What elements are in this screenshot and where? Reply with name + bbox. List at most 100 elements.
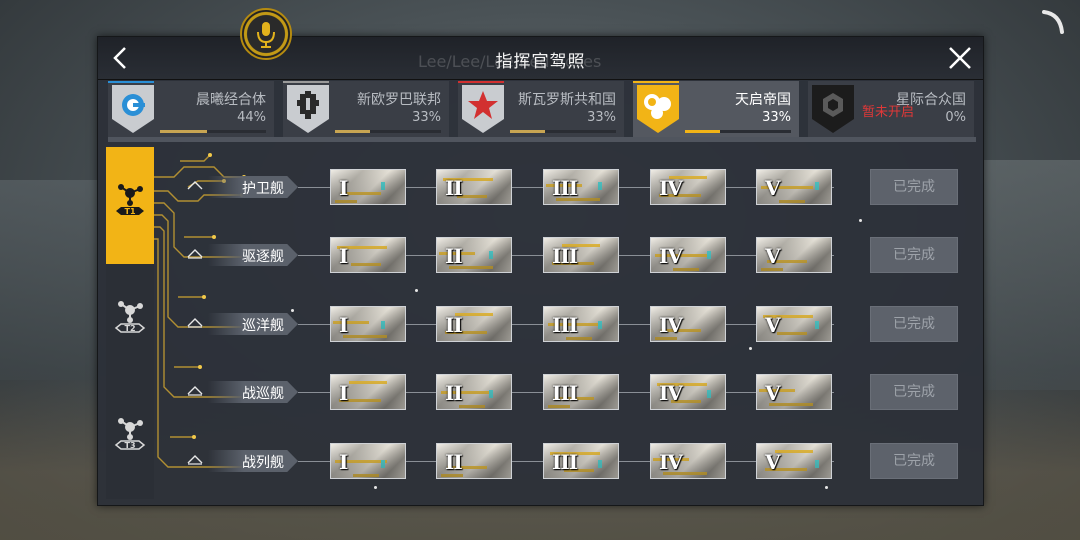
level-numeral: II: [445, 450, 463, 474]
faction-progress-bar: [510, 130, 616, 133]
faction-progress-bar: [335, 130, 441, 133]
level-numeral: III: [552, 450, 578, 474]
faction-tab-2[interactable]: 斯瓦罗斯共和国 33%: [458, 81, 624, 137]
sparkle-dot: [291, 309, 294, 312]
faction-progress-fill: [510, 130, 545, 133]
ship-level-tile[interactable]: II: [436, 374, 512, 410]
chevron-up-icon: [187, 386, 203, 396]
page-title: 指挥官驾照: [495, 52, 586, 72]
ship-level-tile[interactable]: II: [436, 443, 512, 479]
faction-progress-bar: [685, 130, 791, 133]
ship-level-tile[interactable]: IV: [650, 443, 726, 479]
faction-tab-1[interactable]: 新欧罗巴联邦 33%: [283, 81, 449, 137]
ship-class-label[interactable]: 巡洋舰: [208, 313, 298, 335]
faction-percent: 33%: [587, 110, 616, 125]
faction-progress-fill: [335, 130, 370, 133]
background-structure-right: [980, 160, 1080, 390]
faction-progress-fill: [160, 130, 207, 133]
ship-level-tile[interactable]: III: [543, 306, 619, 342]
corner-arc-icon[interactable]: [1040, 8, 1066, 36]
faction-percent: 33%: [412, 110, 441, 125]
ship-row: 巡洋舰 I II III IV V 已完成: [98, 304, 983, 344]
completed-button[interactable]: 已完成: [870, 169, 958, 205]
chevron-up-icon: [187, 455, 203, 465]
tabs-underline: [108, 137, 976, 142]
ship-level-tile[interactable]: I: [330, 374, 406, 410]
ship-class-label[interactable]: 护卫舰: [208, 176, 298, 198]
ship-level-tile[interactable]: II: [436, 306, 512, 342]
ship-level-tile[interactable]: IV: [650, 169, 726, 205]
star-logo-icon: [462, 85, 504, 133]
ship-level-tile[interactable]: IV: [650, 306, 726, 342]
ship-level-tile[interactable]: I: [330, 443, 406, 479]
completed-button[interactable]: 已完成: [870, 306, 958, 342]
ship-level-tile[interactable]: V: [756, 169, 832, 205]
level-numeral: III: [552, 244, 578, 268]
ship-class-label[interactable]: 战列舰: [208, 450, 298, 472]
faction-name: 晨曦经合体: [196, 92, 266, 108]
ship-level-tile[interactable]: III: [543, 443, 619, 479]
level-numeral: IV: [659, 176, 683, 200]
ship-level-tile[interactable]: II: [436, 169, 512, 205]
level-numeral: IV: [659, 244, 683, 268]
ship-level-tile[interactable]: V: [756, 443, 832, 479]
ship-level-tile[interactable]: IV: [650, 374, 726, 410]
level-numeral: V: [765, 176, 781, 200]
sparkle-dot: [859, 219, 862, 222]
faction-name: 斯瓦罗斯共和国: [518, 92, 616, 108]
faction-tab-4[interactable]: 星际合众国 暂未开启 0%: [808, 81, 974, 137]
ship-level-tile[interactable]: V: [756, 306, 832, 342]
completed-button[interactable]: 已完成: [870, 237, 958, 273]
level-numeral: III: [552, 313, 578, 337]
level-numeral: I: [339, 244, 348, 268]
ship-class-name: 战列舰: [242, 455, 284, 471]
background-structure-left: [0, 180, 100, 380]
voice-mic-button[interactable]: [240, 8, 292, 60]
ship-level-tile[interactable]: V: [756, 237, 832, 273]
level-numeral: III: [552, 381, 578, 405]
ship-class-name: 护卫舰: [242, 181, 284, 197]
completed-button[interactable]: 已完成: [870, 374, 958, 410]
microphone-icon: [257, 22, 275, 48]
ship-level-tile[interactable]: III: [543, 374, 619, 410]
ship-level-tile[interactable]: I: [330, 306, 406, 342]
level-numeral: I: [339, 381, 348, 405]
ship-level-tile[interactable]: I: [330, 237, 406, 273]
ship-class-label[interactable]: 战巡舰: [208, 381, 298, 403]
ship-level-tile[interactable]: V: [756, 374, 832, 410]
ring-logo-icon: [112, 85, 154, 133]
ship-class-label[interactable]: 驱逐舰: [208, 244, 298, 266]
level-numeral: II: [445, 176, 463, 200]
orbs-logo-icon: [637, 85, 679, 133]
level-numeral: III: [552, 176, 578, 200]
faction-tab-3[interactable]: 天启帝国 33%: [633, 81, 799, 137]
level-numeral: V: [765, 381, 781, 405]
close-icon[interactable]: [945, 43, 975, 73]
level-numeral: I: [339, 313, 348, 337]
faction-tab-0[interactable]: 晨曦经合体 44%: [108, 81, 274, 137]
chevron-up-icon: [187, 249, 203, 259]
faction-progress-bar: [160, 130, 266, 133]
level-numeral: II: [445, 313, 463, 337]
commander-license-panel: Lee/Lee/Lee/Red Roses 指挥官驾照 晨曦经合体 44% 新欧…: [97, 36, 984, 506]
sparkle-dot: [374, 486, 377, 489]
level-numeral: II: [445, 381, 463, 405]
sparkle-dot: [749, 347, 752, 350]
completed-button[interactable]: 已完成: [870, 443, 958, 479]
hex-logo-icon: [812, 85, 854, 133]
ship-level-tile[interactable]: IV: [650, 237, 726, 273]
ship-level-tile[interactable]: III: [543, 237, 619, 273]
panel-header: Lee/Lee/Lee/Red Roses 指挥官驾照: [98, 37, 983, 80]
level-numeral: I: [339, 176, 348, 200]
ship-class-name: 巡洋舰: [242, 318, 284, 334]
tier-label: T1: [124, 207, 135, 216]
chevron-up-icon: [187, 318, 203, 328]
ship-level-tile[interactable]: III: [543, 169, 619, 205]
ship-level-tile[interactable]: I: [330, 169, 406, 205]
level-numeral: V: [765, 313, 781, 337]
ship-row: 护卫舰 I II III IV V 已完成: [98, 167, 983, 207]
ship-row: 战列舰 I II III IV V 已完成: [98, 441, 983, 481]
level-numeral: IV: [659, 450, 683, 474]
ship-row: 驱逐舰 I II III IV V 已完成: [98, 235, 983, 275]
ship-level-tile[interactable]: II: [436, 237, 512, 273]
